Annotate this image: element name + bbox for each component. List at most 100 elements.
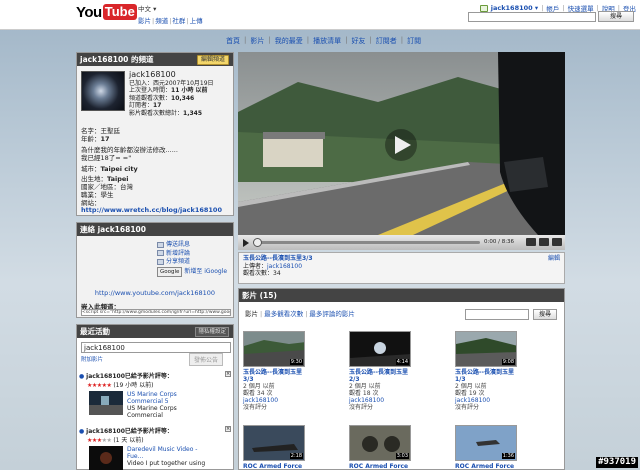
video-tabs: 影片 | 最多觀看次數 | 最多評論的影片 — [245, 310, 355, 318]
tab-subscribers[interactable]: 訂閱者 — [376, 36, 397, 46]
video-title[interactable]: 玉長公路--長濱到玉里3/3 — [243, 255, 560, 263]
video-card[interactable]: 1:36 ROC Armed Force — [455, 425, 517, 470]
add-comment-link[interactable]: 新增評論 — [157, 250, 227, 259]
video-card[interactable]: 9:30 玉長公路--長濱到玉里 3/3 2 個月 以前 觀看 34 次 jac… — [243, 331, 305, 411]
quality-icon[interactable] — [539, 238, 549, 246]
video-thumbnail[interactable]: 3:03 — [349, 425, 411, 461]
video-age: 2 個月 以前 — [349, 383, 381, 390]
video-card[interactable]: 4:14 玉長公路--長濱到玉里 2/3 2 個月 以前 觀看 18 次 jac… — [349, 331, 411, 411]
edit-link[interactable]: 編輯 — [548, 255, 560, 263]
video-title[interactable]: 玉長公路--長濱到玉里 — [349, 369, 411, 376]
video-title[interactable]: 玉長公路--長濱到玉里 — [455, 369, 517, 376]
nav-community[interactable]: 社群 — [172, 17, 185, 25]
video-search-button[interactable]: 搜尋 — [533, 309, 557, 320]
youtube-logo[interactable]: You Tube — [76, 3, 137, 21]
video-thumbnail[interactable]: 9:30 — [243, 331, 305, 367]
tab-favorites[interactable]: 我的最愛 — [275, 36, 303, 46]
uploader-link[interactable]: jack168100 — [267, 263, 302, 270]
activity-video-title[interactable]: Daredevil Music Video - — [127, 446, 205, 453]
bulletin-input[interactable]: jack168100 — [81, 342, 231, 353]
video-user[interactable]: jack168100 — [349, 397, 411, 404]
add-to-google-button[interactable]: Google — [157, 266, 183, 277]
video-thumbnail[interactable]: 2:18 — [243, 425, 305, 461]
video-thumbnail[interactable]: 4:14 — [349, 331, 411, 367]
video-rating: 沒有評分 — [349, 404, 374, 411]
share-channel-link[interactable]: 分享頻道 — [157, 258, 227, 267]
nav-videos[interactable]: 影片 — [138, 17, 151, 25]
tab-friends[interactable]: 好友 — [351, 36, 365, 46]
tab-videos[interactable]: 影片 — [250, 36, 264, 46]
activity-video-title-cont[interactable]: Commercial 5 — [127, 398, 177, 405]
video-title[interactable]: ROC Armed Force — [349, 463, 411, 470]
logo-you: You — [76, 3, 102, 21]
video-thumbnail[interactable]: 1:36 — [455, 425, 517, 461]
tab-most-viewed[interactable]: 最多觀看次數 — [264, 310, 303, 318]
embed-code-field[interactable]: <script src="http://www.gmodules.com/ig/… — [81, 309, 231, 316]
tab-home[interactable]: 首頁 — [226, 36, 240, 46]
tab-playlists[interactable]: 播放清單 — [313, 36, 341, 46]
activity-video-thumbnail[interactable] — [89, 446, 123, 470]
seek-bar[interactable] — [254, 241, 480, 244]
search-button[interactable]: 搜尋 — [598, 11, 634, 22]
video-duration: 1:36 — [501, 453, 515, 459]
video-frame[interactable] — [238, 52, 565, 235]
profile-username: jack168100 — [129, 70, 176, 79]
video-age: 2 個月 以前 — [455, 383, 487, 390]
city-value: Taipei city — [100, 165, 138, 173]
post-bulletin-button[interactable]: 發佈公告 — [188, 353, 223, 366]
search-input[interactable] — [468, 12, 596, 22]
video-info: 玉長公路--長濱到玉里3/3 上傳者：jack168100 觀看次數：34 編輯 — [238, 252, 565, 284]
video-title-part[interactable]: 1/3 — [455, 376, 517, 383]
video-card[interactable]: 3:03 ROC Armed Force — [349, 425, 411, 470]
username-menu[interactable]: jack168100 ▾ — [491, 4, 538, 12]
top-bar: You Tube 中文 ▾ 影片|頻道|社群|上傳 jack168100 ▾ | … — [0, 0, 640, 30]
seek-handle[interactable] — [253, 238, 262, 247]
remove-activity-button[interactable]: × — [225, 426, 231, 432]
activity-video-thumbnail[interactable] — [89, 391, 123, 415]
video-user[interactable]: jack168100 — [455, 397, 517, 404]
inbox-icon[interactable] — [479, 4, 488, 12]
video-user[interactable]: jack168100 — [243, 397, 305, 404]
add-igoogle-link[interactable]: 新增至 iGoogle — [184, 268, 227, 275]
video-views-value: 1,345 — [183, 109, 202, 117]
nav-channels[interactable]: 頻道 — [155, 17, 168, 25]
video-title[interactable]: ROC Armed Force — [243, 463, 305, 470]
video-card[interactable]: 2:18 ROC Armed Force — [243, 425, 305, 470]
rating-stars: ★★★★★ — [87, 382, 112, 389]
video-thumbnail[interactable]: 9:08 — [455, 331, 517, 367]
activity-video-info: Daredevil Music Video - Fue... Video I p… — [127, 446, 205, 467]
tab-all-videos[interactable]: 影片 — [245, 310, 258, 318]
player-icons — [526, 238, 562, 246]
video-player[interactable]: 0:00 / 8:36 — [238, 52, 565, 250]
video-title-part[interactable]: 2/3 — [349, 376, 411, 383]
channel-url[interactable]: http://www.youtube.com/jack168100 — [77, 289, 233, 297]
website-link[interactable]: http://www.wretch.cc/blog/jack168100 — [81, 206, 222, 214]
privacy-settings-button[interactable]: 隱私權設定 — [195, 327, 229, 337]
send-message-link[interactable]: 傳送訊息 — [157, 241, 227, 250]
activity-item: ● jack168100已給予影片評等： ★★★★★ (1 天 以前) × — [79, 426, 231, 444]
video-search-input[interactable] — [465, 309, 529, 320]
activity-video-title[interactable]: US Marine Corps — [127, 391, 177, 398]
joined-date: 已加入：西元2007年10月19日 — [129, 79, 214, 87]
video-title[interactable]: ROC Armed Force — [455, 463, 517, 470]
fullscreen-icon[interactable] — [552, 238, 562, 246]
video-card[interactable]: 9:08 玉長公路--長濱到玉里 1/3 2 個月 以前 觀看 19 次 jac… — [455, 331, 517, 411]
age-value: 17 — [100, 135, 110, 143]
activity-video-title-cont[interactable]: Fue... — [127, 453, 205, 460]
video-title-part[interactable]: 3/3 — [243, 376, 305, 383]
volume-icon[interactable] — [526, 238, 536, 246]
activity-video-desc-cont: Commercial — [127, 412, 163, 419]
activity-time-1: (19 小時 以前) — [113, 382, 154, 389]
tab-most-discussed[interactable]: 最多評論的影片 — [309, 310, 355, 318]
language-select[interactable]: 中文 ▾ — [138, 3, 156, 13]
play-icon[interactable] — [243, 239, 249, 247]
remove-activity-button[interactable]: × — [225, 371, 231, 377]
activity-panel: 最近活動 隱私權設定 jack168100 附加影片 發佈公告 ● jack16… — [76, 324, 234, 470]
attach-video-link[interactable]: 附加影片 — [81, 355, 103, 363]
video-views: 觀看 34 次 — [243, 390, 273, 397]
edit-channel-button[interactable]: 編輯頻道 — [196, 55, 229, 65]
nav-upload[interactable]: 上傳 — [190, 17, 203, 25]
tab-subscriptions[interactable]: 訂閱 — [407, 36, 421, 46]
video-title[interactable]: 玉長公路--長濱到玉里 — [243, 369, 305, 376]
video-duration: 3:03 — [395, 453, 409, 459]
